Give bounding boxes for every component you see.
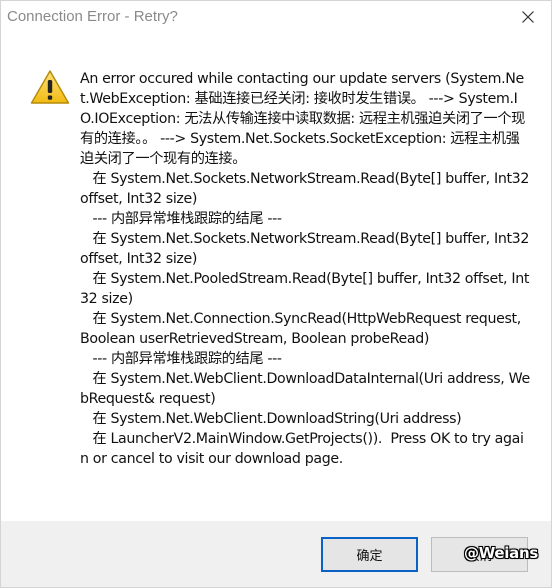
close-icon — [522, 11, 534, 23]
window-title: Connection Error - Retry? — [7, 8, 178, 25]
warning-icon — [30, 70, 70, 104]
error-dialog: Connection Error - Retry? An error occur… — [0, 0, 552, 588]
error-message: An error occured while contacting our up… — [80, 71, 530, 467]
title-bar[interactable]: Connection Error - Retry? — [1, 1, 551, 35]
ok-button[interactable]: 确定 — [321, 537, 418, 572]
watermark-text: @Weians — [464, 544, 538, 562]
close-button[interactable] — [513, 3, 543, 31]
dialog-content: An error occured while contacting our up… — [1, 35, 551, 521]
